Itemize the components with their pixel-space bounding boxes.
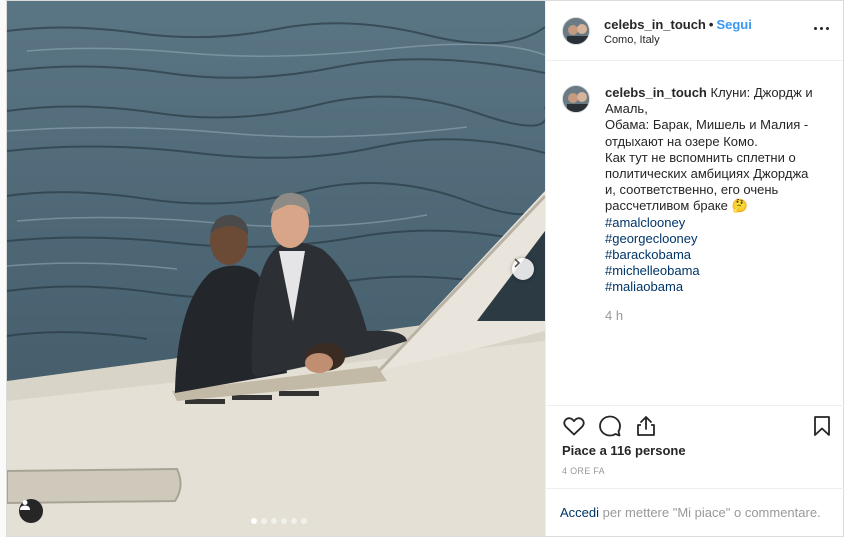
user-tag-button[interactable] [19, 499, 43, 523]
likes-count[interactable]: Piace a 116 persone [562, 443, 686, 458]
carousel-next-button[interactable] [512, 258, 534, 280]
caption-time: 4 h [605, 308, 624, 323]
share-icon[interactable] [634, 414, 658, 438]
caption-line: Обама: Барак, Мишель и Малия - [605, 117, 809, 133]
post-timestamp: 4 ORE FA [562, 466, 605, 476]
carousel-dot [261, 518, 267, 524]
user-tag-icon [20, 500, 30, 510]
caption-line: отдыхают на озере Комо. [605, 133, 758, 149]
caption-username[interactable]: celebs_in_touch [605, 85, 707, 100]
heart-icon[interactable] [562, 414, 586, 438]
header-user-line: celebs_in_touch • Segui [604, 17, 752, 32]
caption-line: Клуни: Джордж и [710, 85, 813, 100]
photo-illustration [7, 1, 545, 536]
location-link[interactable]: Como, Italy [604, 34, 660, 46]
caption-line: Как тут не вспомнить сплетни о [605, 149, 796, 165]
carousel-indicator [251, 518, 307, 524]
login-prompt: Accedi per mettere "Mi piace" o commenta… [546, 488, 844, 536]
caption-line: Амаль, [605, 101, 648, 117]
caption-line: и, соответственно, его очень [605, 182, 779, 198]
hashtag-link[interactable]: #georgeclooney [605, 231, 837, 247]
carousel-dot [281, 518, 287, 524]
follow-button[interactable]: Segui [716, 17, 751, 32]
carousel-dot [291, 518, 297, 524]
login-prompt-text: per mettere "Mi piace" o commentare. [599, 505, 821, 520]
avatar-image [563, 18, 589, 44]
avatar-image [563, 86, 589, 112]
action-bar [546, 405, 844, 445]
hashtag-link[interactable]: #amalclooney [605, 215, 837, 231]
avatar[interactable] [562, 17, 590, 45]
comment-bubble-icon[interactable] [598, 414, 622, 438]
login-link[interactable]: Accedi [560, 505, 599, 520]
bookmark-icon[interactable] [810, 414, 834, 438]
username-link[interactable]: celebs_in_touch [604, 17, 706, 32]
caption-text: celebs_in_touch Клуни: Джордж и Амаль, О… [605, 85, 837, 296]
caption-line: рассчетливом браке 🤔 [605, 198, 748, 214]
post-sidebar: celebs_in_touch • Segui Como, Italy celebs… [545, 1, 844, 536]
post-header: celebs_in_touch • Segui Como, Italy [546, 1, 843, 61]
carousel-dot [301, 518, 307, 524]
separator-dot: • [708, 17, 714, 32]
hashtag-link[interactable]: #maliaobama [605, 279, 837, 295]
carousel-dot [251, 518, 257, 524]
more-options-icon[interactable] [814, 27, 829, 30]
post-photo[interactable] [7, 1, 545, 536]
chevron-right-icon [514, 258, 521, 268]
post-card: celebs_in_touch • Segui Como, Italy celebs… [6, 0, 844, 537]
carousel-dot [271, 518, 277, 524]
hashtag-link[interactable]: #barackobama [605, 247, 837, 263]
hashtag-link[interactable]: #michelleobama [605, 263, 837, 279]
avatar[interactable] [562, 85, 590, 113]
caption-line: политических амбициях Джорджа [605, 166, 809, 182]
